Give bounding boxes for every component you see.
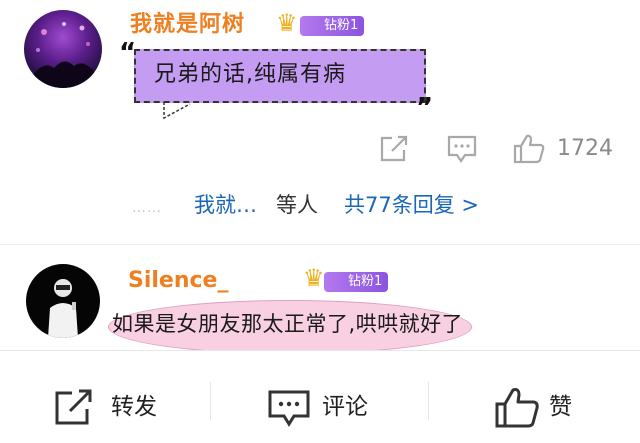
quote-close-mark: ” <box>416 93 434 123</box>
comment-icon[interactable] <box>446 134 478 168</box>
comment-text: 如果是女朋友那太正常了,哄哄就好了 <box>112 312 464 336</box>
bubble-tail <box>163 102 191 120</box>
avatar[interactable] <box>26 264 100 338</box>
comment-text: 兄弟的话,纯属有病 <box>154 62 346 87</box>
comment-button[interactable]: 评论 <box>322 392 368 422</box>
view-replies-link[interactable]: 共77条回复 > <box>344 191 479 219</box>
bottom-action-bar <box>0 350 640 443</box>
fan-badge[interactable]: 钻粉1 <box>324 272 389 292</box>
comment-icon[interactable] <box>266 388 312 434</box>
crown-icon: ♛ <box>303 264 325 292</box>
share-icon[interactable] <box>378 134 410 168</box>
like-count: 1724 <box>557 136 613 161</box>
avatar[interactable] <box>24 10 102 88</box>
like-button[interactable]: 赞 <box>549 392 572 422</box>
thumbs-up-icon[interactable] <box>494 386 540 434</box>
bar-separator <box>428 382 429 420</box>
quote-open-mark: “ <box>119 38 137 68</box>
crown-icon: ♛ <box>276 9 298 37</box>
thumbs-up-icon[interactable] <box>512 133 546 169</box>
repost-button[interactable]: 转发 <box>111 392 157 422</box>
bar-separator <box>210 382 211 420</box>
reply-dots: …… <box>132 200 162 216</box>
reply-others-label: 等人 <box>276 193 318 217</box>
repost-icon[interactable] <box>52 388 96 432</box>
username[interactable]: Silence_ <box>128 268 228 294</box>
comment-divider <box>0 244 640 245</box>
fan-badge[interactable]: 钻粉1 <box>300 16 365 36</box>
reply-users-link[interactable]: 我就… <box>194 191 257 219</box>
username[interactable]: 我就是阿树 <box>130 12 245 38</box>
